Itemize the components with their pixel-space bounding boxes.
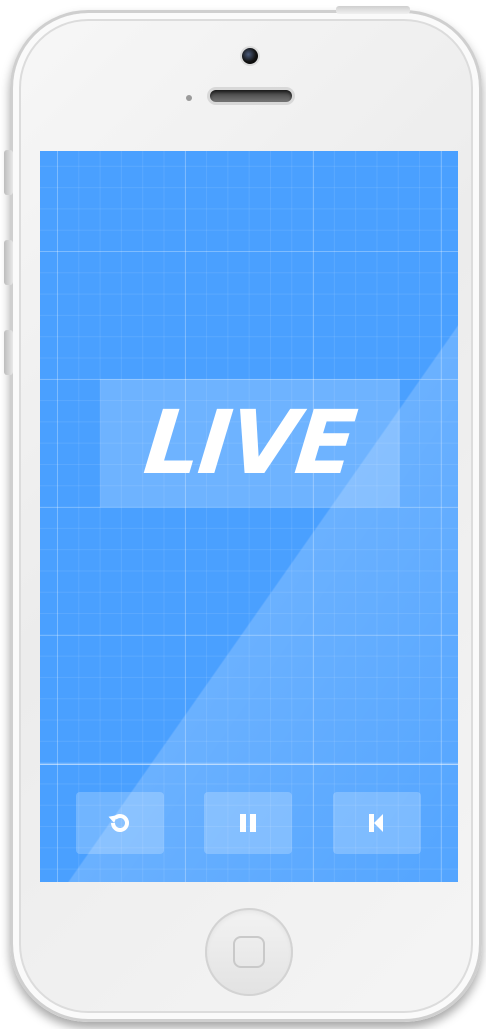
power-button (336, 6, 410, 14)
pause-icon (237, 812, 259, 834)
home-button[interactable] (205, 908, 293, 996)
front-camera (242, 48, 258, 64)
replay-icon (107, 810, 133, 836)
mute-switch (4, 150, 13, 195)
home-square-icon (233, 936, 265, 968)
earpiece-speaker (210, 90, 292, 102)
screen: LIVE (40, 151, 458, 882)
live-banner: LIVE (100, 379, 400, 507)
pause-button[interactable] (204, 792, 292, 854)
proximity-sensor (186, 95, 192, 101)
live-title: LIVE (140, 391, 360, 494)
volume-up-button (4, 240, 13, 285)
previous-button[interactable] (333, 792, 421, 854)
previous-icon (367, 812, 387, 834)
replay-button[interactable] (76, 792, 164, 854)
controls-divider (40, 764, 458, 765)
volume-down-button (4, 330, 13, 375)
grid-background (40, 151, 458, 882)
